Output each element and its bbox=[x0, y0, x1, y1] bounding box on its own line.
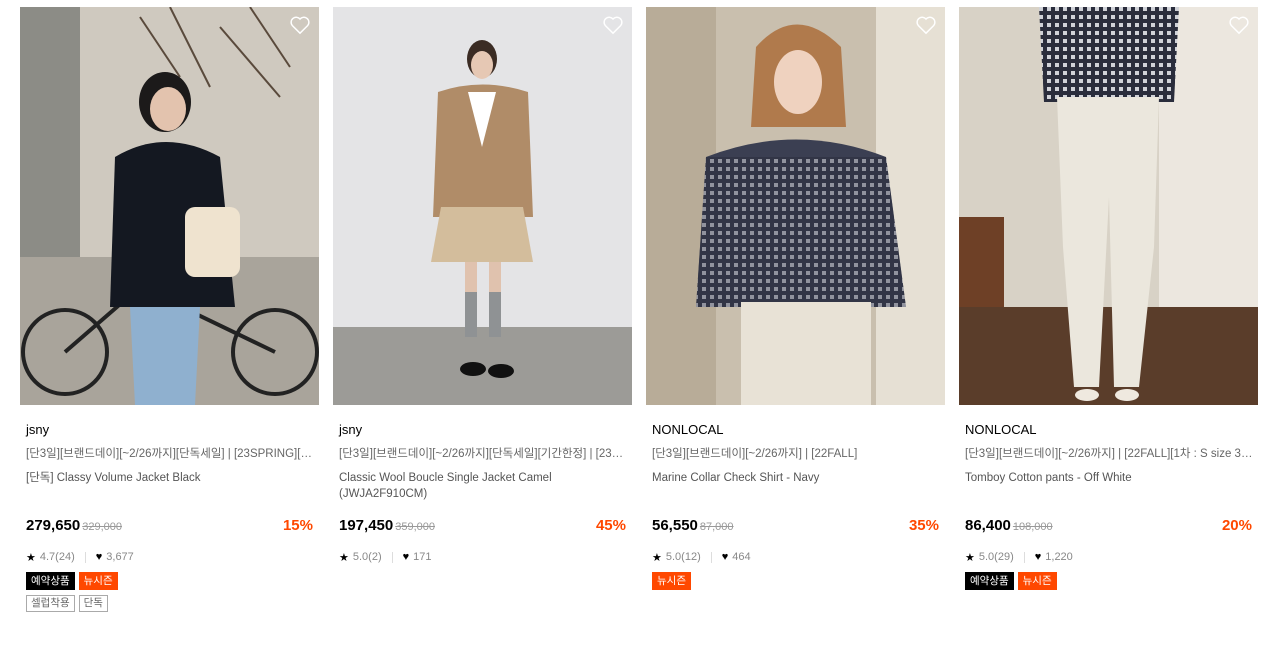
product-grid: jsny [단3일][브랜드데이][~2/26까지][단독세일] | [23SP… bbox=[0, 0, 1263, 653]
heart-filled-icon: ♥ bbox=[1034, 551, 1042, 563]
promo-text: [단3일][브랜드데이][~2/26까지][단독세일] | [23SPRING]… bbox=[26, 448, 315, 460]
tag-celeb: 셀럽착용 bbox=[26, 595, 75, 612]
sale-price: 56,550 bbox=[652, 517, 698, 534]
product-image-link[interactable] bbox=[333, 7, 632, 405]
promo-text: [단3일][브랜드데이][~2/26까지] | [22FALL] bbox=[652, 448, 858, 460]
sale-price: 86,400 bbox=[965, 517, 1011, 534]
wishlist-heart-icon[interactable] bbox=[602, 15, 624, 37]
divider bbox=[710, 551, 712, 563]
tag-exclusive: 단독 bbox=[78, 595, 108, 612]
product-card[interactable]: NONLOCAL [단3일][브랜드데이][~2/26까지] | [22FALL… bbox=[959, 7, 1258, 590]
product-photo bbox=[20, 7, 319, 405]
discount-rate: 45% bbox=[595, 517, 626, 534]
rating-value: 5.0(2) bbox=[352, 551, 382, 563]
badge-list: 예약상품 뉴시즌 bbox=[26, 572, 315, 590]
likes-count: 1,220 bbox=[1045, 551, 1073, 563]
heart-filled-icon: ♥ bbox=[402, 551, 410, 563]
product-card[interactable]: jsny [단3일][브랜드데이][~2/26까지][단독세일] | [23SP… bbox=[20, 7, 319, 612]
original-price: 108,000 bbox=[1012, 521, 1053, 533]
badge-new-season: 뉴시즌 bbox=[1017, 572, 1057, 590]
price-row: 56,550 87,000 35% bbox=[652, 517, 941, 537]
product-stats: ★ 5.0(12) ♥ 464 bbox=[652, 550, 941, 564]
rating-value: 4.7(24) bbox=[39, 551, 75, 563]
discount-rate: 20% bbox=[1221, 517, 1252, 534]
brand-name[interactable]: NONLOCAL bbox=[965, 422, 1254, 438]
product-name[interactable]: Marine Collar Check Shirt - Navy bbox=[652, 470, 941, 504]
badge-new-season: 뉴시즌 bbox=[78, 572, 118, 590]
likes-count: 464 bbox=[732, 551, 751, 563]
badge-preorder: 예약상품 bbox=[965, 572, 1014, 590]
product-card[interactable]: NONLOCAL [단3일][브랜드데이][~2/26까지] | [22FALL… bbox=[646, 7, 945, 590]
badge-list: 예약상품 뉴시즌 bbox=[965, 572, 1254, 590]
heart-filled-icon: ♥ bbox=[721, 551, 729, 563]
product-photo bbox=[333, 7, 632, 405]
product-card[interactable]: jsny [단3일][브랜드데이][~2/26까지][단독세일][기간한정] |… bbox=[333, 7, 632, 564]
product-name[interactable]: Tomboy Cotton pants - Off White bbox=[965, 470, 1254, 504]
discount-rate: 15% bbox=[282, 517, 313, 534]
original-price: 359,000 bbox=[395, 521, 435, 533]
original-price: 87,000 bbox=[699, 521, 734, 533]
tag-list: 셀럽착용 단독 bbox=[26, 595, 315, 612]
product-stats: ★ 4.7(24) ♥ 3,677 bbox=[26, 550, 315, 564]
brand-name[interactable]: jsny bbox=[26, 422, 315, 438]
price-row: 279,650 329,000 15% bbox=[26, 517, 315, 537]
brand-name[interactable]: jsny bbox=[339, 422, 628, 438]
sale-price: 279,650 bbox=[26, 517, 81, 534]
product-image-link[interactable] bbox=[20, 7, 319, 405]
price-row: 86,400 108,000 20% bbox=[965, 517, 1254, 537]
product-photo bbox=[959, 7, 1258, 405]
discount-rate: 35% bbox=[908, 517, 939, 534]
star-icon: ★ bbox=[652, 551, 662, 564]
original-price: 329,000 bbox=[82, 521, 122, 533]
star-icon: ★ bbox=[965, 551, 975, 564]
wishlist-heart-icon[interactable] bbox=[1228, 15, 1250, 37]
brand-name[interactable]: NONLOCAL bbox=[652, 422, 941, 438]
product-image-link[interactable] bbox=[646, 7, 945, 405]
badge-new-season: 뉴시즌 bbox=[652, 572, 691, 590]
wishlist-heart-icon[interactable] bbox=[915, 15, 937, 37]
badge-preorder: 예약상품 bbox=[26, 572, 75, 590]
product-stats: ★ 5.0(29) ♥ 1,220 bbox=[965, 550, 1254, 564]
badge-list: 뉴시즌 bbox=[652, 572, 941, 590]
star-icon: ★ bbox=[26, 551, 36, 564]
product-name[interactable]: Classic Wool Boucle Single Jacket Camel … bbox=[339, 470, 628, 504]
promo-text: [단3일][브랜드데이][~2/26까지][단독세일][기간한정] | [23S… bbox=[339, 448, 628, 460]
divider bbox=[391, 551, 393, 563]
price-row: 197,450 359,000 45% bbox=[339, 517, 628, 537]
wishlist-heart-icon[interactable] bbox=[289, 15, 311, 37]
likes-count: 171 bbox=[413, 551, 432, 563]
heart-filled-icon: ♥ bbox=[95, 551, 103, 563]
rating-value: 5.0(12) bbox=[665, 551, 701, 563]
product-name[interactable]: [단독] Classy Volume Jacket Black bbox=[26, 470, 315, 504]
divider bbox=[1023, 551, 1025, 563]
product-stats: ★ 5.0(2) ♥ 171 bbox=[339, 550, 628, 564]
product-photo bbox=[646, 7, 945, 405]
star-icon: ★ bbox=[339, 551, 349, 564]
product-image-link[interactable] bbox=[959, 7, 1258, 405]
rating-value: 5.0(29) bbox=[978, 551, 1014, 563]
sale-price: 197,450 bbox=[339, 517, 394, 534]
likes-count: 3,677 bbox=[106, 551, 134, 563]
promo-text: [단3일][브랜드데이][~2/26까지] | [22FALL][1차 : S … bbox=[965, 448, 1254, 460]
divider bbox=[84, 551, 86, 563]
